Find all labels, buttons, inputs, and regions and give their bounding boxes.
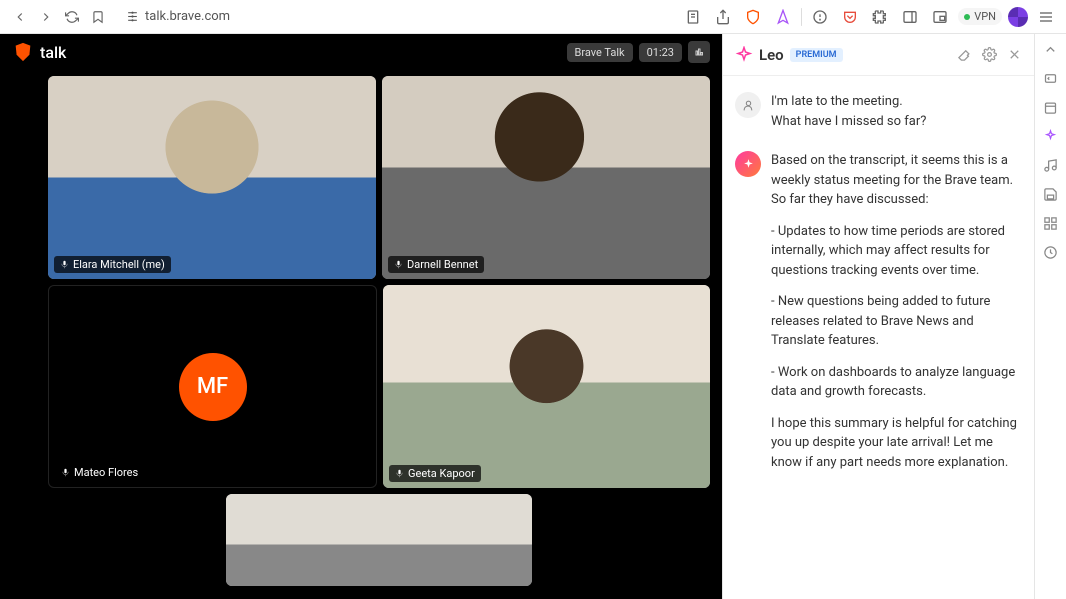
user-icon bbox=[735, 92, 761, 118]
mic-icon bbox=[61, 468, 70, 477]
save-icon[interactable] bbox=[1043, 187, 1058, 202]
calendar-icon[interactable] bbox=[1043, 100, 1058, 115]
sparkle-icon[interactable] bbox=[1043, 129, 1058, 144]
forward-button[interactable] bbox=[34, 5, 58, 29]
nav-buttons bbox=[8, 5, 110, 29]
reader-icon[interactable] bbox=[681, 5, 705, 29]
call-timer: 01:23 bbox=[639, 43, 682, 62]
brave-lion-icon bbox=[12, 41, 34, 63]
site-settings-icon bbox=[126, 10, 139, 23]
url-text: talk.brave.com bbox=[145, 9, 230, 24]
message-body: Based on the transcript, it seems this i… bbox=[771, 151, 1022, 484]
name-tag: Geeta Kapoor bbox=[389, 465, 481, 482]
message-text: I'm late to the meeting. bbox=[771, 92, 1022, 112]
browser-sidebar bbox=[1034, 34, 1066, 599]
video-placeholder bbox=[382, 76, 710, 279]
leo-header: Leo PREMIUM bbox=[723, 34, 1034, 76]
profile-icon[interactable] bbox=[1008, 7, 1028, 27]
leo-header-actions bbox=[957, 47, 1022, 62]
back-button[interactable] bbox=[8, 5, 32, 29]
mic-icon bbox=[60, 260, 69, 269]
call-name-pill: Brave Talk bbox=[567, 43, 633, 62]
chevron-up-icon[interactable] bbox=[1043, 42, 1058, 57]
ai-icon bbox=[735, 151, 761, 177]
message-text: Based on the transcript, it seems this i… bbox=[771, 151, 1022, 210]
participant-tile[interactable]: Elara Mitchell (me) bbox=[48, 76, 376, 279]
name-tag: Darnell Bennet bbox=[388, 256, 484, 273]
avatar: MF bbox=[179, 353, 247, 421]
sparkle-icon bbox=[735, 46, 753, 64]
call-header: talk Brave Talk 01:23 bbox=[0, 34, 722, 70]
participant-tile[interactable]: MF Mateo Flores bbox=[48, 285, 377, 488]
premium-badge: PREMIUM bbox=[790, 48, 843, 62]
video-placeholder bbox=[48, 76, 376, 279]
music-icon[interactable] bbox=[1043, 158, 1058, 173]
browser-toolbar: talk.brave.com VPN bbox=[0, 0, 1066, 34]
leo-panel: Leo PREMIUM I'm late to the meeting. Wha… bbox=[722, 34, 1034, 599]
grid-row: MF Mateo Flores Geeta Kapoor bbox=[48, 285, 710, 488]
call-area: talk Brave Talk 01:23 Elara Mitchell (me… bbox=[0, 34, 722, 599]
user-message: I'm late to the meeting. What have I mis… bbox=[735, 92, 1022, 131]
wallet-icon[interactable] bbox=[808, 5, 832, 29]
video-grid: Elara Mitchell (me) Darnell Bennet MF bbox=[0, 70, 722, 599]
leo-logo: Leo PREMIUM bbox=[735, 46, 843, 64]
mic-icon bbox=[394, 260, 403, 269]
pip-icon[interactable] bbox=[928, 5, 952, 29]
main-content: talk Brave Talk 01:23 Elara Mitchell (me… bbox=[0, 34, 1066, 599]
toolbar-right: VPN bbox=[681, 5, 1058, 29]
bookmark-button[interactable] bbox=[86, 5, 110, 29]
participant-tile[interactable] bbox=[226, 494, 532, 586]
performance-icon[interactable] bbox=[688, 41, 710, 63]
share-icon[interactable] bbox=[711, 5, 735, 29]
message-text: - Work on dashboards to analyze language… bbox=[771, 363, 1022, 402]
grid-row: Elara Mitchell (me) Darnell Bennet bbox=[48, 76, 710, 279]
message-text: I hope this summary is helpful for catch… bbox=[771, 414, 1022, 473]
gear-icon[interactable] bbox=[982, 47, 997, 62]
history-icon[interactable] bbox=[1043, 245, 1058, 260]
close-icon[interactable] bbox=[1007, 47, 1022, 62]
vpn-badge[interactable]: VPN bbox=[958, 8, 1002, 25]
ai-message: Based on the transcript, it seems this i… bbox=[735, 151, 1022, 484]
tab-icon[interactable] bbox=[1043, 71, 1058, 86]
leo-title: Leo bbox=[759, 46, 784, 64]
video-placeholder bbox=[226, 494, 532, 586]
menu-icon[interactable] bbox=[1034, 5, 1058, 29]
video-placeholder bbox=[383, 285, 710, 488]
message-text: - New questions being added to future re… bbox=[771, 292, 1022, 351]
mic-icon bbox=[395, 469, 404, 478]
shields-icon[interactable] bbox=[741, 5, 765, 29]
name-tag: Elara Mitchell (me) bbox=[54, 256, 171, 273]
reload-button[interactable] bbox=[60, 5, 84, 29]
message-text: What have I missed so far? bbox=[771, 112, 1022, 132]
app-name: talk bbox=[40, 43, 66, 62]
avatar-initials: MF bbox=[197, 374, 228, 399]
separator bbox=[801, 8, 802, 26]
participant-tile[interactable]: Darnell Bennet bbox=[382, 76, 710, 279]
participant-name: Mateo Flores bbox=[74, 466, 138, 479]
call-header-right: Brave Talk 01:23 bbox=[567, 41, 710, 63]
leo-conversation: I'm late to the meeting. What have I mis… bbox=[723, 76, 1034, 599]
address-bar[interactable]: talk.brave.com bbox=[118, 9, 673, 24]
name-tag: Mateo Flores bbox=[55, 464, 144, 481]
extensions-icon[interactable] bbox=[868, 5, 892, 29]
message-text: - Updates to how time periods are stored… bbox=[771, 222, 1022, 281]
grid-icon[interactable] bbox=[1043, 216, 1058, 231]
participant-name: Darnell Bennet bbox=[407, 258, 478, 271]
participant-tile[interactable]: Geeta Kapoor bbox=[383, 285, 710, 488]
vpn-status-dot bbox=[964, 14, 970, 20]
participant-name: Geeta Kapoor bbox=[408, 467, 475, 480]
eraser-icon[interactable] bbox=[957, 47, 972, 62]
app-logo: talk bbox=[12, 41, 66, 63]
pocket-icon[interactable] bbox=[838, 5, 862, 29]
sidebar-toggle-icon[interactable] bbox=[898, 5, 922, 29]
rewards-icon[interactable] bbox=[771, 5, 795, 29]
grid-row bbox=[48, 494, 710, 586]
message-body: I'm late to the meeting. What have I mis… bbox=[771, 92, 1022, 131]
vpn-label: VPN bbox=[974, 10, 996, 23]
participant-name: Elara Mitchell (me) bbox=[73, 258, 165, 271]
